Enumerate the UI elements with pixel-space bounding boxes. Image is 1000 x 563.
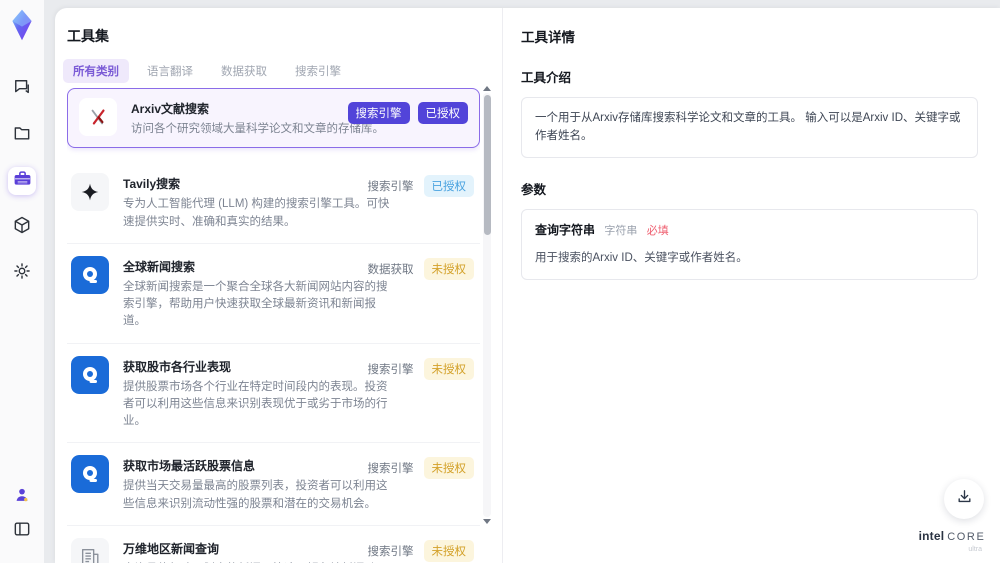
sidebar <box>0 0 44 563</box>
intel-core-logo: intel core ultra <box>914 526 990 554</box>
news-icon <box>71 537 109 563</box>
param-required-badge: 必填 <box>646 224 669 237</box>
tool-name: 获取股市各行业表现 <box>123 359 232 374</box>
status-badge: 已授权 <box>423 175 474 198</box>
bluesearch-icon <box>71 355 109 394</box>
status-badge: 未授权 <box>423 539 474 562</box>
chat-icon <box>12 77 32 102</box>
sidebar-item-user[interactable] <box>8 483 36 511</box>
brand-tier: ultra <box>968 545 982 553</box>
tool-badges: 搜索引擎 未授权 <box>367 357 474 380</box>
tab-category-0[interactable]: 所有类别 <box>63 59 129 83</box>
category-badge: 搜索引擎 <box>347 102 410 124</box>
sidebar-bottom <box>8 483 36 545</box>
status-badge: 已授权 <box>417 102 468 124</box>
tool-badges: 搜索引擎 未授权 <box>367 457 474 480</box>
category-badge: 数据获取 <box>367 263 414 276</box>
tool-name: Tavily搜索 <box>123 177 181 192</box>
brand-series: core <box>947 531 986 544</box>
tool-list: Arxiv文献搜索 访问各个研究领域大量科学论文和文章的存储库。 搜索引擎 已授权 Ta… <box>67 88 480 563</box>
category-badge: 搜索引擎 <box>367 363 414 376</box>
tool-list-item[interactable]: 万维地区新闻查询查询具体行政区划内的新闻，快速了解各地新闻动搜索引擎未授权 <box>67 525 480 563</box>
tab-category-1[interactable]: 语言翻译 <box>137 59 203 83</box>
user-icon <box>12 485 32 510</box>
param-box: 查询字符串 字符串 必填 用于搜索的Arxiv ID、关键字或作者姓名。 <box>521 208 978 280</box>
tool-name: 获取市场最活跃股票信息 <box>123 459 256 474</box>
tool-text: 全球新闻搜索全球新闻搜索是一个聚合全球各大新闻网站内容的搜索引擎，帮助用户快速获… <box>123 256 391 331</box>
details-title: 工具详情 <box>521 30 575 45</box>
tool-list-item[interactable]: 全球新闻搜索全球新闻搜索是一个聚合全球各大新闻网站内容的搜索引擎，帮助用户快速获… <box>67 243 480 344</box>
scrollbar-thumb[interactable] <box>483 95 491 235</box>
bluesearch-icon <box>71 255 109 294</box>
tavily-icon <box>71 173 109 212</box>
intro-heading: 工具介绍 <box>521 71 572 85</box>
param-description: 用于搜索的Arxiv ID、关键字或作者姓名。 <box>535 252 748 265</box>
tools-pane: 工具集 所有类别 语言翻译 数据获取 搜索引擎 Arxiv文献搜索 访问各个研究领域大量… <box>55 8 502 563</box>
scroll-down-arrow[interactable] <box>483 519 491 524</box>
param-header: 查询字符串 字符串 必填 <box>535 221 964 241</box>
arxiv-icon <box>79 98 117 136</box>
sidebar-item-packages[interactable] <box>8 213 36 241</box>
tool-text: 万维地区新闻查询查询具体行政区划内的新闻，快速了解各地新闻动 <box>123 538 391 563</box>
sidebar-item-collapse[interactable] <box>8 517 36 545</box>
panel-collapse-icon <box>12 519 32 544</box>
tool-intro-box: 一个用于从Arxiv存储库搜索科学论文和文章的工具。 输入可以是Arxiv ID… <box>521 97 978 158</box>
status-badge: 未授权 <box>423 357 474 380</box>
tab-category-3[interactable]: 搜索引擎 <box>285 59 351 83</box>
tool-list-item[interactable]: 获取股市各行业表现提供股票市场各个行业在特定时间段内的表现。投资者可以利用这些信… <box>67 343 480 444</box>
gear-icon <box>12 261 32 286</box>
tool-text: 获取市场最活跃股票信息提供当天交易量最高的股票列表，投资者可以利用这些信息来识别… <box>123 455 391 513</box>
brand-maker: intel <box>918 529 945 544</box>
package-icon <box>12 215 32 240</box>
folder-icon <box>12 123 32 148</box>
category-badge: 搜索引擎 <box>367 545 414 558</box>
params-heading: 参数 <box>521 182 547 197</box>
tool-text: Tavily搜索专为人工智能代理 (LLM) 构建的搜索引擎工具。可快速提供实时… <box>123 173 391 231</box>
page-title: 工具集 <box>67 28 109 44</box>
sidebar-item-chat[interactable] <box>8 75 36 103</box>
tool-list-item[interactable]: 获取市场最活跃股票信息提供当天交易量最高的股票列表，投资者可以利用这些信息来识别… <box>67 443 480 526</box>
category-badge: 搜索引擎 <box>367 181 414 194</box>
tool-name: 万维地区新闻查询 <box>123 541 220 556</box>
tool-description: 全球新闻搜索是一个聚合全球各大新闻网站内容的搜索引擎，帮助用户快速获取全球最新资… <box>123 280 388 328</box>
status-badge: 未授权 <box>423 257 474 280</box>
tool-description: 专为人工智能代理 (LLM) 构建的搜索引擎工具。可快速提供实时、准确和真实的结… <box>123 198 390 228</box>
param-name: 查询字符串 <box>535 222 596 237</box>
tool-badges: 搜索引擎 已授权 <box>367 175 474 198</box>
status-badge: 未授权 <box>423 457 474 480</box>
download-button[interactable] <box>944 479 984 519</box>
scroll-up-arrow[interactable] <box>483 86 491 91</box>
sidebar-item-files[interactable] <box>8 121 36 149</box>
tool-badges: 搜索引擎 未授权 <box>367 539 474 562</box>
param-type: 字符串 <box>604 224 638 237</box>
bluesearch-icon <box>71 455 109 494</box>
main-panel: 工具集 所有类别 语言翻译 数据获取 搜索引擎 Arxiv文献搜索 访问各个研究领域大量… <box>55 8 1000 563</box>
sidebar-nav <box>8 75 36 287</box>
tab-category-2[interactable]: 数据获取 <box>211 59 277 83</box>
tool-intro-text: 一个用于从Arxiv存储库搜索科学论文和文章的工具。 输入可以是Arxiv ID… <box>535 112 961 143</box>
tool-text: 获取股市各行业表现提供股票市场各个行业在特定时间段内的表现。投资者可以利用这些信… <box>123 356 391 431</box>
download-icon <box>956 488 973 510</box>
scrollbar[interactable] <box>482 86 492 524</box>
toolbox-icon <box>12 168 33 194</box>
sidebar-item-tools[interactable] <box>8 167 36 195</box>
app-logo <box>6 8 38 47</box>
tool-list-item[interactable]: Arxiv文献搜索 访问各个研究领域大量科学论文和文章的存储库。 搜索引擎 已授权 <box>67 88 480 149</box>
category-badge: 搜索引擎 <box>367 463 414 476</box>
tool-badges: 数据获取 未授权 <box>367 257 474 280</box>
tool-name: 全球新闻搜索 <box>123 259 196 274</box>
tool-description: 提供当天交易量最高的股票列表，投资者可以利用这些信息来识别流动性强的股票和潜在的… <box>123 480 388 510</box>
tool-badges: 搜索引擎 已授权 <box>347 102 468 124</box>
sidebar-item-settings[interactable] <box>8 259 36 287</box>
category-tabs: 所有类别 语言翻译 数据获取 搜索引擎 <box>63 59 502 83</box>
scrollbar-track[interactable] <box>483 93 491 517</box>
details-pane: 工具详情 工具介绍 一个用于从Arxiv存储库搜索科学论文和文章的工具。 输入可… <box>502 8 1000 563</box>
tool-list-item[interactable]: Tavily搜索专为人工智能代理 (LLM) 构建的搜索引擎工具。可快速提供实时… <box>67 161 480 244</box>
tool-description: 提供股票市场各个行业在特定时间段内的表现。投资者可以利用这些信息来识别表现优于或… <box>123 380 388 428</box>
